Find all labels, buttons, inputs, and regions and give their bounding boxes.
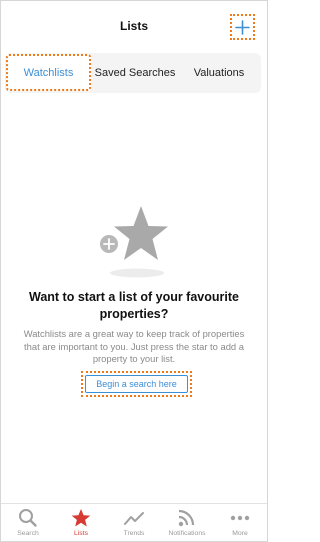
begin-search-button[interactable]: Begin a search here [85, 375, 188, 393]
rss-icon [178, 509, 195, 527]
begin-search-highlight: Begin a search here [81, 371, 192, 397]
plus-icon [235, 19, 250, 35]
header: Lists [1, 1, 267, 49]
nav-item-notifications[interactable]: Notifications [160, 508, 214, 541]
nav-item-trends[interactable]: Trends [107, 508, 161, 541]
tab-saved-searches[interactable]: Saved Searches [93, 53, 177, 93]
nav-label-more: More [232, 530, 248, 537]
tab-valuations[interactable]: Valuations [179, 53, 259, 93]
nav-label-search: Search [17, 530, 39, 537]
star-icon [71, 509, 91, 527]
trend-line-icon [124, 512, 144, 525]
add-list-button[interactable] [230, 14, 255, 40]
nav-label-trends: Trends [123, 530, 145, 537]
nav-item-lists[interactable]: Lists [54, 508, 108, 541]
app-screen: Lists Watchlists Saved Searches Valuatio… [0, 0, 268, 542]
page-title: Lists [119, 19, 148, 33]
nav-item-more[interactable]: More [213, 508, 267, 541]
empty-state-title: Want to start a list of your favourite p… [29, 290, 239, 321]
empty-state-description: Watchlists are a great way to keep track… [23, 328, 245, 364]
star-plus-icon [98, 206, 168, 278]
nav-label-notifications: Notifications [168, 530, 206, 537]
nav-item-search[interactable]: Search [1, 508, 55, 541]
search-icon [19, 509, 37, 527]
tab-watchlists[interactable]: Watchlists [6, 53, 91, 93]
more-dots-icon [230, 515, 250, 521]
bottom-nav: Search Lists Trends Notifications More [1, 503, 267, 541]
nav-label-lists: Lists [74, 530, 88, 537]
